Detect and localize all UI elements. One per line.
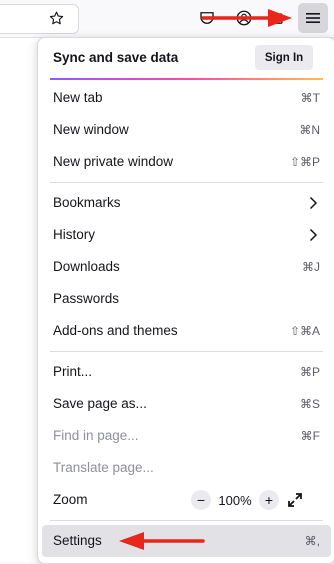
chevron-right-icon bbox=[309, 228, 318, 242]
sync-title: Sync and save data bbox=[53, 50, 179, 65]
menu-separator bbox=[50, 351, 323, 352]
zoom-row: Zoom − 100% + bbox=[42, 484, 331, 516]
fullscreen-icon[interactable] bbox=[285, 490, 305, 510]
menu-item-label: History bbox=[53, 227, 96, 242]
sync-header: Sync and save data Sign In bbox=[38, 38, 334, 78]
menu-item-shortcut: ⇧⌘P bbox=[289, 155, 320, 169]
menu-item-new-private-window[interactable]: New private window ⇧⌘P bbox=[42, 146, 331, 178]
open-application-menu-button[interactable] bbox=[298, 3, 328, 33]
star-icon[interactable] bbox=[46, 8, 66, 28]
menu-item-passwords[interactable]: Passwords bbox=[42, 283, 331, 315]
menu-item-label: Find in page... bbox=[53, 428, 139, 443]
menu-item-label: Add-ons and themes bbox=[53, 323, 178, 338]
menu-item-shortcut: ⌘F bbox=[300, 429, 320, 443]
menu-item-label: Bookmarks bbox=[53, 195, 121, 210]
menu-item-label: Passwords bbox=[53, 291, 120, 306]
app-menu-panel: Sync and save data Sign In New tab ⌘T Ne… bbox=[37, 37, 334, 564]
sign-in-button[interactable]: Sign In bbox=[255, 45, 313, 70]
url-bar[interactable] bbox=[0, 4, 79, 34]
menu-item-addons-and-themes[interactable]: Add-ons and themes ⇧⌘A bbox=[42, 315, 331, 347]
menu-item-label: New private window bbox=[53, 154, 174, 169]
menu-item-shortcut: ⌘, bbox=[304, 534, 320, 548]
menu-item-shortcut: ⇧⌘A bbox=[289, 324, 320, 338]
chevron-right-icon bbox=[309, 196, 318, 210]
menu-separator bbox=[50, 520, 323, 521]
menu-item-label: Print... bbox=[53, 364, 93, 379]
menu-item-settings[interactable]: Settings ⌘, bbox=[42, 525, 331, 557]
menu-item-shortcut: ⌘T bbox=[300, 91, 320, 105]
menu-item-label: Save page as... bbox=[53, 396, 147, 411]
menu-item-new-tab[interactable]: New tab ⌘T bbox=[42, 82, 331, 114]
menu-item-shortcut: ⌘S bbox=[299, 397, 320, 411]
zoom-reset-button[interactable]: 100% bbox=[211, 493, 259, 508]
menu-item-shortcut: ⌘N bbox=[299, 123, 320, 137]
menu-item-shortcut: ⌘J bbox=[302, 260, 320, 274]
menu-item-label: Settings bbox=[53, 533, 102, 548]
menu-item-label: Downloads bbox=[53, 259, 120, 274]
menu-item-label: Translate page... bbox=[53, 460, 154, 475]
zoom-out-button[interactable]: − bbox=[191, 490, 211, 510]
extensions-icon[interactable] bbox=[268, 8, 288, 28]
zoom-controls: − 100% + bbox=[191, 489, 305, 511]
menu-item-new-window[interactable]: New window ⌘N bbox=[42, 114, 331, 146]
menu-item-history[interactable]: History bbox=[42, 219, 331, 251]
menu-item-shortcut: ⌘P bbox=[299, 365, 320, 379]
zoom-in-button[interactable]: + bbox=[259, 490, 279, 510]
menu-item-translate-page[interactable]: Translate page... bbox=[42, 452, 331, 484]
account-icon[interactable] bbox=[234, 8, 254, 28]
menu-item-bookmarks[interactable]: Bookmarks bbox=[42, 187, 331, 219]
menu-item-label: New tab bbox=[53, 90, 103, 105]
browser-toolbar bbox=[0, 0, 334, 38]
accent-divider bbox=[50, 78, 323, 80]
menu-item-print[interactable]: Print... ⌘P bbox=[42, 356, 331, 388]
zoom-label: Zoom bbox=[53, 492, 88, 507]
pocket-icon[interactable] bbox=[197, 8, 217, 28]
menu-item-label: New window bbox=[53, 122, 129, 137]
menu-separator bbox=[50, 182, 323, 183]
hamburger-menu-icon bbox=[306, 13, 320, 23]
menu-item-find-in-page[interactable]: Find in page... ⌘F bbox=[42, 420, 331, 452]
menu-item-save-page-as[interactable]: Save page as... ⌘S bbox=[42, 388, 331, 420]
menu-item-downloads[interactable]: Downloads ⌘J bbox=[42, 251, 331, 283]
